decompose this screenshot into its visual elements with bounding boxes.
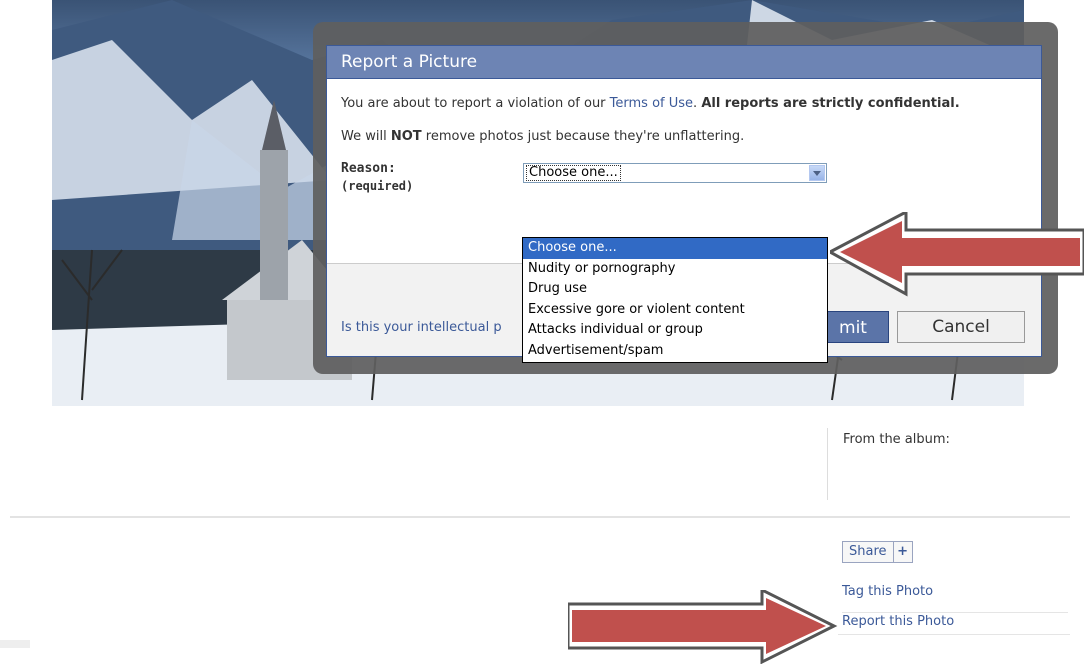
dropdown-option[interactable]: Advertisement/spam: [523, 341, 827, 362]
reason-select[interactable]: Choose one...: [523, 163, 827, 183]
chevron-down-icon[interactable]: [809, 165, 825, 181]
notice-text-start: We will: [341, 129, 391, 144]
arrow-left-icon: [830, 212, 1084, 297]
dropdown-option[interactable]: Attacks individual or group: [523, 320, 827, 341]
dialog-body: You are about to report a violation of o…: [327, 79, 1041, 217]
album-label: From the album:: [843, 432, 950, 447]
dialog-title: Report a Picture: [327, 46, 1041, 79]
report-photo-link[interactable]: Report this Photo: [842, 612, 1068, 629]
intro-text-start: You are about to report a violation of o…: [341, 96, 610, 111]
share-label: Share: [843, 542, 894, 562]
dropdown-option[interactable]: Nudity or pornography: [523, 259, 827, 280]
reason-dropdown-list[interactable]: Choose one... Nudity or pornography Drug…: [522, 237, 828, 363]
reason-row: Reason: (required) Choose one...: [341, 161, 1027, 217]
dropdown-option[interactable]: Choose one...: [523, 238, 827, 259]
dropdown-option[interactable]: Excessive gore or violent content: [523, 300, 827, 321]
plus-icon[interactable]: +: [894, 542, 912, 562]
sidebar-separator: [838, 634, 1070, 635]
reason-select-value: Choose one...: [526, 165, 621, 181]
dropdown-option[interactable]: Drug use: [523, 279, 827, 300]
share-button[interactable]: Share +: [842, 541, 913, 563]
arrow-right-icon: [568, 590, 838, 664]
confidential-notice: All reports are strictly confidential.: [701, 96, 960, 111]
notice-emphasis: NOT: [390, 129, 422, 144]
page-divider: [10, 516, 1070, 518]
corner-mark: [0, 640, 30, 648]
reason-label: Reason:: [341, 161, 396, 176]
terms-of-use-link[interactable]: Terms of Use: [610, 96, 693, 111]
tag-photo-link[interactable]: Tag this Photo: [842, 584, 1068, 599]
intellectual-property-link[interactable]: Is this your intellectual p: [341, 320, 502, 335]
unflattering-notice: We will NOT remove photos just because t…: [341, 128, 1027, 145]
reason-required-label: (required): [341, 179, 414, 193]
notice-text-end: remove photos just because they're unfla…: [421, 129, 745, 144]
cancel-button[interactable]: Cancel: [897, 311, 1025, 343]
intro-text: You are about to report a violation of o…: [341, 95, 1027, 112]
album-divider: [827, 428, 828, 500]
